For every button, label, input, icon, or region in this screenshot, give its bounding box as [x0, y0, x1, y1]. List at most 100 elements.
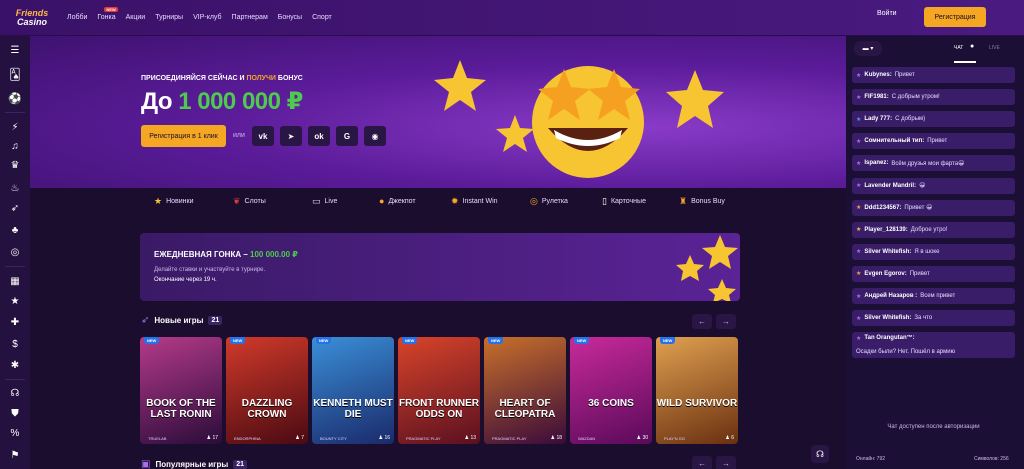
ok-login-icon[interactable]: ok: [308, 126, 330, 146]
shield-icon[interactable]: ⛊: [7, 405, 23, 421]
chat-text: Осадки были? Нет. Пошёл в армию: [856, 348, 956, 355]
race-title: ЕЖЕДНЕВНАЯ ГОНКА – 100 000.00 ₽: [154, 250, 298, 259]
cards-icon[interactable]: 🂡: [7, 66, 23, 82]
sparkle-icon[interactable]: ✱: [7, 357, 23, 373]
nav-bonuses[interactable]: Бонусы: [273, 14, 307, 21]
next-arrow-icon[interactable]: →: [716, 314, 736, 329]
game-card[interactable]: NEW HEART OF CLEOPATRA PRAGMATIC PLAY ♟ 18: [484, 337, 566, 444]
players-count: ♟ 30: [636, 435, 648, 441]
nav-partners[interactable]: Партнерам: [227, 14, 273, 21]
chat-text: Я в шоке: [914, 248, 940, 255]
game-provider: BOUNTY CITY: [320, 436, 347, 441]
category-roulette[interactable]: ◎ Рулетка: [530, 196, 568, 207]
chat-text: Всем привет: [920, 293, 956, 299]
register-button[interactable]: Регистрация: [924, 7, 986, 27]
category-instant-win[interactable]: ✹ Instant Win: [451, 196, 498, 207]
chat-text: С добрым утром!: [891, 94, 940, 101]
new-games-count: 21: [208, 316, 223, 325]
game-card[interactable]: NEW BOOK OF THE LAST RONIN TRUELAB ♟ 17: [140, 337, 222, 444]
language-icon[interactable]: ⚑: [7, 447, 23, 463]
casino-logo[interactable]: Friends Casino: [6, 0, 58, 36]
coins-icon: ●: [379, 196, 385, 206]
rank-star-icon: ★: [856, 293, 862, 300]
game-card[interactable]: NEW WILD SURVIVOR PLAY'N GO ♟ 6: [656, 337, 738, 444]
menu-icon[interactable]: ☰: [7, 42, 23, 58]
nav-lobby[interactable]: Лобби: [62, 14, 92, 21]
fire-icon[interactable]: ⚡: [7, 119, 23, 135]
game-card[interactable]: NEW KENNETH MUST DIE BOUNTY CITY ♟ 16: [312, 337, 394, 444]
category-label: Instant Win: [462, 198, 498, 205]
soccer-ball-icon[interactable]: ⚽: [7, 90, 23, 106]
flame-icon[interactable]: ♨: [7, 180, 23, 196]
steam-login-icon[interactable]: ◉: [364, 126, 386, 146]
new-games-header: ➶ Новые игры 21: [141, 315, 223, 326]
sidebar-divider: [5, 112, 25, 113]
rank-star-icon: ★: [856, 138, 862, 145]
popular-games-count: 21: [233, 460, 248, 469]
chat-username: Evgen Egorov:: [864, 270, 907, 277]
nav-vip[interactable]: VIP-клуб: [188, 14, 226, 21]
tab-chat[interactable]: ЧАТ: [954, 45, 963, 51]
next-arrow-icon[interactable]: →: [716, 456, 736, 469]
bonus-icon: ♜: [679, 196, 688, 206]
trophy-icon[interactable]: ♛: [7, 157, 23, 173]
online-count: Онлайн: 792: [856, 456, 886, 462]
category-cards[interactable]: ▯ Карточные: [602, 196, 646, 207]
language-flag-icon[interactable]: ▬ ▾: [854, 41, 882, 56]
game-provider: WAZDAN: [578, 436, 596, 441]
star-icon[interactable]: ★: [7, 293, 23, 309]
category-jackpot[interactable]: ● Джекпот: [379, 196, 416, 206]
login-button[interactable]: Войти: [877, 10, 897, 17]
game-card[interactable]: NEW DAZZLING CROWN ENDORPHINA ♟ 7: [226, 337, 308, 444]
chat-message: ★ Tan Orangutan™: Осадки были? Нет. Пошёл …: [852, 332, 1015, 359]
headset-icon[interactable]: ♫: [7, 138, 23, 154]
new-badge: NEW: [144, 337, 160, 344]
chat-username: Kubynes:: [864, 72, 892, 78]
chat-message: ★ FIF1981: С добрым утром!: [852, 89, 1015, 106]
chat-auth-note: Чат доступен после авторизации: [887, 424, 980, 430]
active-tab-indicator: [954, 61, 976, 63]
roulette-icon[interactable]: ◎: [7, 244, 23, 260]
prev-arrow-icon[interactable]: ←: [692, 314, 712, 329]
chat-username: Lavender Mandril:: [864, 182, 917, 189]
support-icon[interactable]: ☊: [7, 385, 23, 401]
race-stars-illustration: [676, 235, 738, 301]
category-live[interactable]: ▭ Live: [312, 196, 337, 207]
telegram-login-icon[interactable]: ➤: [280, 126, 302, 146]
clover-icon[interactable]: ♣: [7, 222, 23, 238]
hero-register-button[interactable]: Регистрация в 1 клик: [141, 125, 226, 147]
vk-login-icon[interactable]: vk: [252, 126, 274, 146]
new-badge: NEW: [488, 337, 504, 344]
category-label: Слоты: [244, 198, 266, 205]
coins-icon[interactable]: $: [7, 336, 23, 352]
star-icon: ★: [154, 196, 163, 206]
new-games-title: Новые игры: [154, 316, 204, 325]
nav-race[interactable]: Гонка NEW: [92, 7, 120, 21]
present-icon[interactable]: ✚: [7, 314, 23, 330]
nav-sport[interactable]: Спорт: [307, 14, 337, 21]
percent-icon[interactable]: %: [7, 425, 23, 441]
symbols-count: Символов: 256: [974, 456, 1009, 462]
game-card[interactable]: NEW FRONT RUNNER ODDS ON PRAGMATIC PLAY ♟ 1…: [398, 337, 480, 444]
rocket-icon[interactable]: ➶: [7, 200, 23, 216]
game-card[interactable]: NEW 36 COINS WAZDAN ♟ 30: [570, 337, 652, 444]
category-bonus-buy[interactable]: ♜ Bonus Buy: [679, 196, 725, 207]
daily-race-banner[interactable]: ЕЖЕДНЕВНАЯ ГОНКА – 100 000.00 ₽ Делайте …: [140, 233, 740, 301]
players-count: ♟ 16: [378, 435, 390, 441]
cherry-icon: ❦: [233, 196, 241, 206]
prev-arrow-icon[interactable]: ←: [692, 456, 712, 469]
chat-text: Привет: [909, 270, 930, 277]
google-login-icon[interactable]: G: [336, 126, 358, 146]
game-provider: PRAGMATIC PLAY: [406, 436, 441, 441]
category-slots[interactable]: ❦ Слоты: [233, 196, 266, 207]
chat-text: Привет: [894, 72, 915, 78]
category-new[interactable]: ★ Новинки: [154, 196, 194, 207]
nav-promos[interactable]: Акции: [121, 14, 151, 21]
support-chat-icon[interactable]: ☊: [811, 445, 829, 463]
chat-message: ★ Evgen Egorov: Привет: [852, 265, 1015, 282]
players-value: 17: [212, 435, 218, 441]
nav-tournaments[interactable]: Турниры: [150, 14, 188, 21]
gift-icon[interactable]: ▦: [7, 273, 23, 289]
top-bar: Friends Casino Лобби Гонка NEW Акции Турн…: [0, 0, 1024, 36]
tab-live[interactable]: LIVE: [989, 45, 1000, 51]
